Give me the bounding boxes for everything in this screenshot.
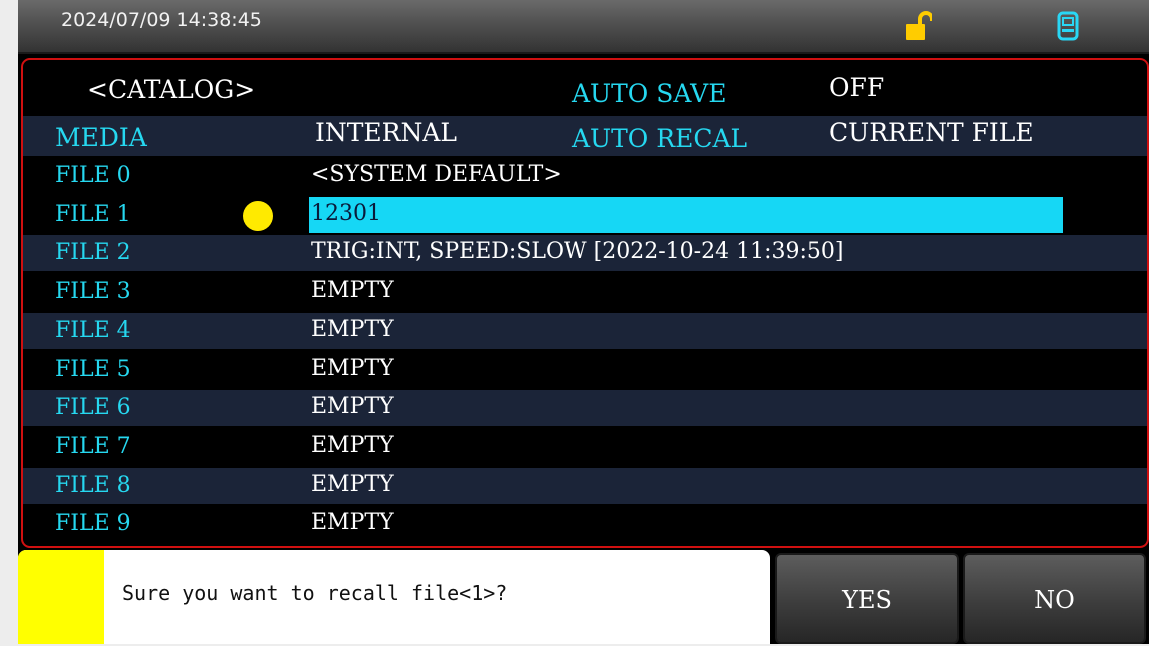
media-row: MEDIA INTERNAL AUTO RECAL CURRENT FILE [23, 116, 1147, 156]
catalog-header-row: <CATALOG> AUTO SAVE OFF [23, 72, 1147, 108]
file-content: EMPTY [311, 278, 394, 303]
file-content: <SYSTEM DEFAULT> [311, 162, 562, 187]
usb-drive-icon[interactable] [1057, 11, 1079, 41]
file-label: FILE 2 [55, 240, 131, 265]
datetime: 2024/07/09 14:38:45 [61, 9, 262, 31]
auto-recal-value[interactable]: CURRENT FILE [829, 119, 1034, 147]
status-bar: 2024/07/09 14:38:45 [18, 0, 1149, 54]
file-row[interactable]: FILE 1 12301 [23, 197, 1147, 233]
file-content: EMPTY [311, 317, 394, 342]
file-row[interactable]: FILE 3 EMPTY [23, 274, 1147, 310]
file-label: FILE 1 [55, 202, 131, 227]
file-label: FILE 8 [55, 473, 131, 498]
no-button[interactable]: NO [963, 553, 1146, 644]
file-row[interactable]: FILE 2 TRIG:INT, SPEED:SLOW [2022-10-24 1… [23, 235, 1147, 271]
auto-recal-label[interactable]: AUTO RECAL [572, 125, 747, 153]
auto-save-label[interactable]: AUTO SAVE [572, 80, 726, 108]
file-label: FILE 9 [55, 511, 131, 536]
file-label: FILE 3 [55, 279, 131, 304]
file-row[interactable]: FILE 7 EMPTY [23, 429, 1147, 465]
instrument-screen: 2024/07/09 14:38:45 <CATALOG> AUTO SAVE … [18, 0, 1149, 644]
yes-button[interactable]: YES [775, 553, 959, 644]
file-content: EMPTY [311, 394, 394, 419]
file-row[interactable]: FILE 4 EMPTY [23, 313, 1147, 349]
dialog-marker [18, 550, 104, 644]
file-content: EMPTY [311, 356, 394, 381]
file-content: EMPTY [311, 510, 394, 535]
file-content: 12301 [311, 201, 381, 226]
selected-file-highlight[interactable]: 12301 [309, 197, 1063, 233]
file-row[interactable]: FILE 9 EMPTY [23, 506, 1147, 542]
file-label: FILE 6 [55, 395, 131, 420]
auto-save-value[interactable]: OFF [829, 74, 884, 102]
file-row[interactable]: FILE 5 EMPTY [23, 352, 1147, 388]
catalog-title: <CATALOG> [87, 75, 256, 104]
file-row[interactable]: FILE 6 EMPTY [23, 390, 1147, 426]
file-row[interactable]: FILE 8 EMPTY [23, 468, 1147, 504]
catalog-panel: <CATALOG> AUTO SAVE OFF MEDIA INTERNAL A… [21, 58, 1149, 548]
file-label: FILE 0 [55, 163, 131, 188]
unlocked-padlock-icon[interactable] [906, 11, 932, 41]
file-label: FILE 4 [55, 318, 131, 343]
file-content: TRIG:INT, SPEED:SLOW [2022-10-24 11:39:5… [311, 239, 844, 264]
file-label: FILE 5 [55, 357, 131, 382]
confirm-dialog: Sure you want to recall file<1>? [18, 550, 770, 644]
file-row[interactable]: FILE 0 <SYSTEM DEFAULT> [23, 158, 1147, 194]
media-value[interactable]: INTERNAL [315, 119, 457, 147]
file-content: EMPTY [311, 433, 394, 458]
current-file-indicator [243, 201, 273, 231]
file-content: EMPTY [311, 472, 394, 497]
dialog-message: Sure you want to recall file<1>? [122, 581, 508, 605]
file-label: FILE 7 [55, 434, 131, 459]
media-label[interactable]: MEDIA [55, 124, 147, 152]
